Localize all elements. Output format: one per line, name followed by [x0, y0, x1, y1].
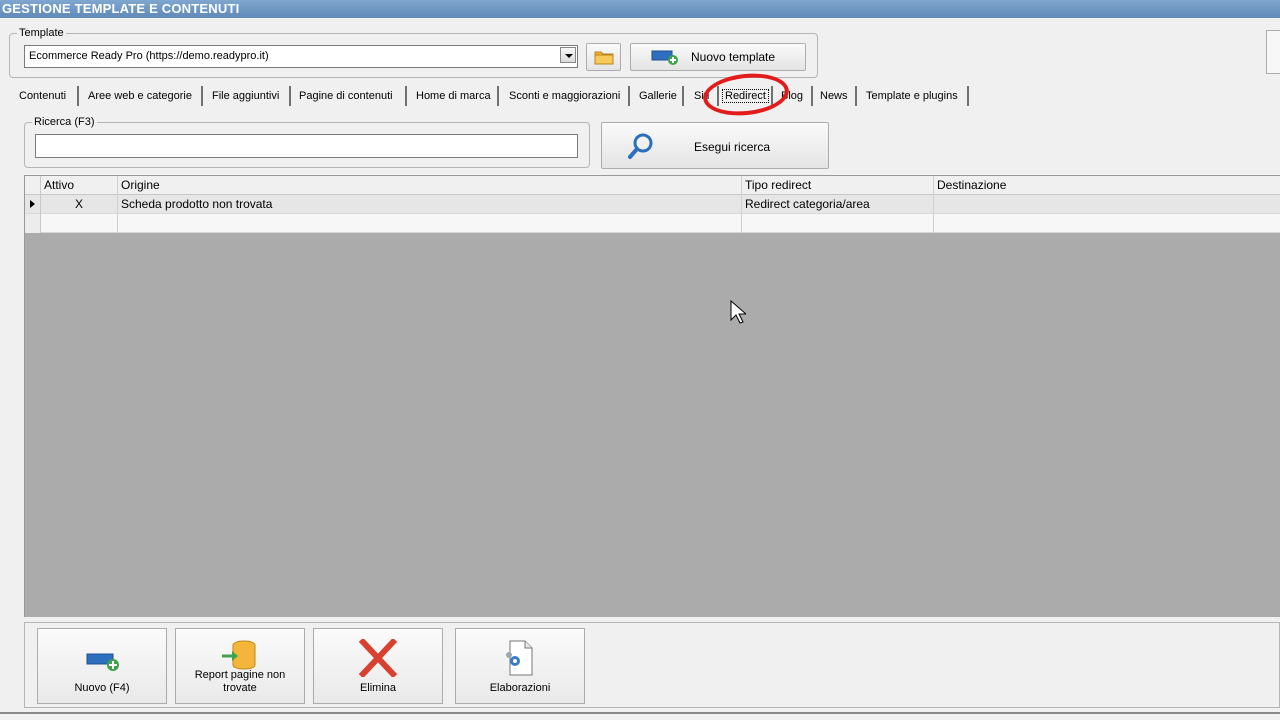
search-button[interactable]: Esegui ricerca: [601, 122, 829, 169]
cell-attivo[interactable]: X: [41, 195, 118, 214]
delete-icon: [358, 639, 398, 677]
row-selector[interactable]: [25, 214, 41, 233]
tab-label: Contenuti: [19, 90, 67, 102]
cell-destinazione[interactable]: [934, 195, 1280, 214]
search-label: Ricerca (F3): [32, 115, 97, 129]
tab-label: Aree web e categorie: [88, 90, 192, 102]
search-input[interactable]: [35, 134, 578, 158]
tab-contenuti[interactable]: Contenuti: [14, 86, 79, 106]
cell-empty[interactable]: [118, 214, 742, 233]
table-row[interactable]: X Scheda prodotto non trovata Redirect c…: [25, 195, 1280, 214]
search-button-label: Esegui ricerca: [694, 140, 771, 154]
tab-news[interactable]: News: [815, 86, 857, 106]
process-button[interactable]: Elaborazioni: [455, 628, 585, 704]
column-header-attivo[interactable]: Attivo: [41, 176, 118, 195]
side-panel-button[interactable]: [1266, 30, 1280, 74]
cell-origine[interactable]: Scheda prodotto non trovata: [118, 195, 742, 214]
column-header-destinazione[interactable]: Destinazione: [934, 176, 1280, 195]
add-record-icon: [86, 653, 119, 671]
new-template-button[interactable]: Nuovo template: [630, 43, 806, 71]
tab-label: Template e plugins: [866, 90, 958, 102]
new-button-label: Nuovo (F4): [74, 682, 130, 694]
mouse-cursor-icon: [730, 300, 746, 324]
window-title: GESTIONE TEMPLATE E CONTENUTI: [0, 0, 1280, 18]
tab-label: Home di marca: [416, 90, 491, 102]
new-row[interactable]: [25, 214, 1280, 233]
tab-home-marca[interactable]: Home di marca: [411, 86, 499, 106]
cell-empty[interactable]: [934, 214, 1280, 233]
row-selector-header: [25, 176, 41, 195]
redirect-grid[interactable]: Attivo Origine Tipo redirect Destinazion…: [24, 175, 1280, 617]
tab-template-plugins[interactable]: Template e plugins: [861, 86, 969, 106]
tab-sconti[interactable]: Sconti e maggiorazioni: [504, 86, 630, 106]
report-button[interactable]: Report pagine non trovate: [175, 628, 305, 704]
column-header-tipo[interactable]: Tipo redirect: [742, 176, 934, 195]
grid-header: Attivo Origine Tipo redirect Destinazion…: [25, 176, 1280, 195]
tab-gallerie[interactable]: Gallerie: [634, 86, 684, 106]
status-divider: [0, 712, 1280, 714]
process-button-label: Elaborazioni: [489, 682, 551, 694]
cell-empty[interactable]: [41, 214, 118, 233]
tab-aree-web[interactable]: Aree web e categorie: [83, 86, 203, 106]
tab-pagine-contenuti[interactable]: Pagine di contenuti: [294, 86, 407, 106]
cell-tipo[interactable]: Redirect categoria/area: [742, 195, 934, 214]
chevron-down-icon[interactable]: [560, 47, 576, 63]
current-row-icon: [30, 200, 35, 208]
new-template-label: Nuovo template: [691, 50, 776, 64]
tab-label: Gallerie: [639, 90, 677, 102]
tab-label: News: [820, 90, 848, 102]
template-label: Template: [17, 26, 66, 40]
tab-label: Sconti e maggiorazioni: [509, 90, 621, 102]
action-toolbar: Nuovo (F4) Report pagine non trovate Eli…: [24, 622, 1280, 708]
tab-file-aggiuntivi[interactable]: File aggiuntivi: [207, 86, 291, 106]
tab-label: Pagine di contenuti: [299, 90, 393, 102]
template-select[interactable]: Ecommerce Ready Pro (https://demo.readyp…: [24, 45, 578, 68]
template-select-value: Ecommerce Ready Pro (https://demo.readyp…: [29, 50, 269, 62]
delete-button[interactable]: Elimina: [313, 628, 443, 704]
new-template-icon: [651, 50, 678, 65]
delete-button-label: Elimina: [359, 682, 397, 694]
folder-icon: [594, 51, 614, 65]
tab-label: File aggiuntivi: [212, 90, 280, 102]
row-selector[interactable]: [25, 195, 41, 214]
report-button-label: Report pagine non trovate: [194, 669, 286, 694]
search-icon: [628, 133, 653, 159]
new-button[interactable]: Nuovo (F4): [37, 628, 167, 704]
cell-empty[interactable]: [742, 214, 934, 233]
database-export-icon: [222, 640, 256, 670]
document-gear-icon: [506, 640, 533, 676]
open-folder-button[interactable]: [586, 43, 621, 71]
column-header-origine[interactable]: Origine: [118, 176, 742, 195]
